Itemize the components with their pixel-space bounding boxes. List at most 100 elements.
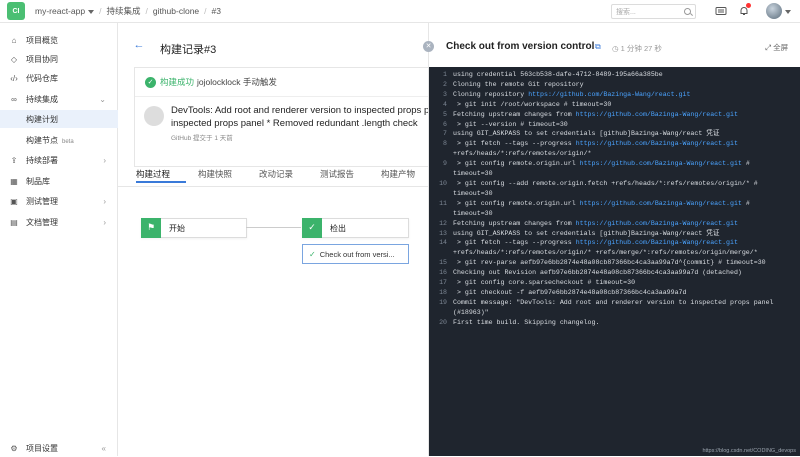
stage-checkout[interactable]: ✓ 检出 bbox=[302, 217, 409, 238]
chevron-down-icon: ⌄ bbox=[99, 94, 106, 104]
log-url-link[interactable]: https://github.com/Bazinga-Wang/react.gi… bbox=[580, 160, 742, 167]
log-line-text: > git --version # timeout=30 bbox=[453, 120, 568, 128]
divider bbox=[135, 96, 435, 97]
log-line: 6 > git --version # timeout=30 bbox=[429, 120, 800, 130]
doc-icon: ▤ bbox=[10, 217, 18, 227]
sidebar-item-build-nodes[interactable]: 构建节点 beta bbox=[0, 131, 118, 149]
log-line: 1 using credential 563cb538-dafe-4712-848… bbox=[429, 70, 800, 80]
log-line: 14 > git fetch --tags --progress https:/… bbox=[429, 238, 800, 258]
sidebar-item-overview[interactable]: ⌂ 项目概览 bbox=[0, 31, 118, 49]
log-line: 10 > git config --add remote.origin.fetc… bbox=[429, 179, 800, 199]
tab-artifacts[interactable]: 构建产物 bbox=[381, 168, 415, 180]
log-line: 9 > git config remote.origin.url https:/… bbox=[429, 159, 800, 179]
tab-test-report[interactable]: 测试报告 bbox=[320, 168, 354, 180]
test-icon: ▣ bbox=[10, 196, 18, 206]
sidebar-item-settings[interactable]: ⚙ 项目设置 « bbox=[0, 439, 118, 457]
watermark: https://blog.csdn.net/CODING_devops bbox=[702, 448, 796, 454]
log-line: 15 > git rev-parse aefb97e6bb2874e48a08c… bbox=[429, 258, 800, 268]
breadcrumb-build: #3 bbox=[211, 6, 221, 16]
commit-meta: GitHub 提交于 1 天前 bbox=[171, 135, 233, 142]
log-line-text: Fetching upstream changes from https://g… bbox=[453, 219, 738, 227]
log-line-text: > git init /root/workspace # timeout=30 bbox=[453, 100, 612, 108]
log-line-text: using GIT_ASKPASS to set credentials [gi… bbox=[453, 130, 720, 138]
log-url-link[interactable]: https://github.com/Bazinga-Wang/react.gi… bbox=[576, 220, 738, 227]
log-url-link[interactable]: https://github.com/Bazinga-Wang/react.gi… bbox=[580, 200, 742, 207]
gear-icon: ⚙ bbox=[10, 443, 18, 453]
log-line: 18 > git checkout -f aefb97e6bb2874e48a0… bbox=[429, 288, 800, 298]
sidebar-item-testing[interactable]: ▣ 测试管理 › bbox=[0, 192, 118, 210]
log-line: 11 > git config remote.origin.url https:… bbox=[429, 199, 800, 219]
tab-build-snapshot[interactable]: 构建快照 bbox=[198, 168, 232, 180]
log-line-number: 19 bbox=[439, 298, 447, 306]
breadcrumb: my-react-app / 持续集成 / github-clone / #3 bbox=[35, 5, 221, 17]
close-icon[interactable]: ✕ bbox=[423, 41, 434, 52]
log-line: 12 Fetching upstream changes from https:/… bbox=[429, 219, 800, 229]
log-output[interactable]: 1 using credential 563cb538-dafe-4712-848… bbox=[429, 67, 800, 456]
log-line-number: 12 bbox=[439, 219, 447, 227]
sidebar-item-docs[interactable]: ▤ 文档管理 › bbox=[0, 213, 118, 231]
log-line: 3 Cloning repository https://github.com/B… bbox=[429, 90, 800, 100]
log-line: 19 Commit message: "DevTools: Add root an… bbox=[429, 298, 800, 318]
app-logo[interactable]: CI bbox=[7, 2, 25, 20]
tab-changes[interactable]: 改动记录 bbox=[259, 168, 293, 180]
log-line-text: > git rev-parse aefb97e6bb2874e48a08cb87… bbox=[453, 259, 766, 267]
breadcrumb-job[interactable]: github-clone bbox=[153, 6, 199, 16]
infinity-icon: ∞ bbox=[11, 94, 17, 104]
build-tabs: 构建过程 构建快照 改动记录 测试报告 构建产物 bbox=[118, 165, 428, 187]
log-line: 20 First time build. Skipping changelog. bbox=[429, 318, 800, 328]
log-line-number: 8 bbox=[443, 140, 447, 148]
search-input[interactable]: 搜索... bbox=[611, 4, 696, 19]
trigger-text: jojolocklock 手动触发 bbox=[197, 77, 277, 87]
sidebar-item-collab[interactable]: ◇ 项目协同 bbox=[0, 50, 118, 68]
log-line: 5 Fetching upstream changes from https://… bbox=[429, 110, 800, 120]
sidebar-item-repo[interactable]: ‹/› 代码仓库 bbox=[0, 69, 118, 87]
log-line-number: 6 bbox=[443, 120, 447, 128]
log-line-text: > git config remote.origin.url https://g… bbox=[453, 160, 754, 178]
fullscreen-button[interactable]: ⤢ 全屏 bbox=[765, 42, 788, 53]
log-line: 8 > git fetch --tags --progress https://… bbox=[429, 139, 800, 159]
log-line: 2 Cloning the remote Git repository bbox=[429, 80, 800, 90]
log-line-number: 3 bbox=[443, 90, 447, 98]
avatar[interactable] bbox=[766, 3, 782, 19]
sidebar-item-artifacts[interactable]: ▦ 制品库 bbox=[0, 172, 118, 190]
step-checkout[interactable]: ✓ Check out from versi... bbox=[302, 244, 409, 264]
log-line-number: 1 bbox=[443, 71, 447, 78]
chevron-right-icon: › bbox=[103, 155, 106, 165]
tab-build-process[interactable]: 构建过程 bbox=[136, 168, 170, 180]
log-url-link[interactable]: https://github.com/Bazinga-Wang/react.gi… bbox=[528, 91, 690, 98]
collapse-sidebar-icon[interactable]: « bbox=[102, 444, 106, 453]
project-selector[interactable]: my-react-app bbox=[35, 6, 95, 16]
sidebar-item-build-plan[interactable]: 构建计划 bbox=[0, 110, 118, 128]
log-line-text: Cloning repository https://github.com/Ba… bbox=[453, 90, 691, 98]
search-icon bbox=[684, 8, 691, 15]
log-line-text: > git config core.sparsecheckout # timeo… bbox=[453, 279, 636, 287]
sidebar-item-ci[interactable]: ∞ 持续集成 ⌄ bbox=[0, 90, 118, 108]
page-title: 构建记录#3 bbox=[160, 44, 217, 56]
breadcrumb-ci[interactable]: 持续集成 bbox=[106, 5, 140, 17]
log-line-number: 15 bbox=[439, 259, 447, 267]
back-button[interactable]: ← bbox=[132, 39, 146, 53]
success-icon: ✓ bbox=[145, 76, 156, 88]
log-line: 17 > git config core.sparsecheckout # ti… bbox=[429, 278, 800, 288]
log-url-link[interactable]: https://github.com/Bazinga-Wang/react.gi… bbox=[576, 111, 738, 118]
log-line-number: 5 bbox=[443, 110, 447, 118]
drawer-title: Check out from version control bbox=[446, 41, 595, 52]
status-text: 构建成功 bbox=[160, 77, 195, 87]
log-url-link[interactable]: https://github.com/Bazinga-Wang/react.gi… bbox=[576, 239, 738, 246]
notification-badge bbox=[746, 3, 751, 8]
log-line-number: 4 bbox=[443, 100, 447, 108]
log-line-number: 13 bbox=[439, 229, 447, 237]
log-line-text: > git config remote.origin.url https://g… bbox=[453, 199, 754, 217]
log-line-number: 18 bbox=[439, 288, 447, 296]
log-line: 16 Checking out Revision aefb97e6bb2874e4… bbox=[429, 268, 800, 278]
chevron-down-icon[interactable] bbox=[785, 10, 791, 14]
sidebar-item-cd[interactable]: ⇪ 持续部署 › bbox=[0, 151, 118, 169]
log-line: 7 using GIT_ASKPASS to set credentials [g… bbox=[429, 129, 800, 139]
log-line-text: Checking out Revision aefb97e6bb2874e48a… bbox=[453, 269, 742, 277]
external-link-icon[interactable]: ⧉ bbox=[595, 42, 601, 52]
stage-start[interactable]: ⚑ 开始 bbox=[141, 217, 247, 238]
commit-message[interactable]: DevTools: Add root and renderer version … bbox=[171, 104, 433, 130]
log-url-link[interactable]: https://github.com/Bazinga-Wang/react.gi… bbox=[576, 140, 738, 147]
keyboard-icon[interactable] bbox=[715, 5, 727, 17]
sidebar: ⌂ 项目概览 ◇ 项目协同 ‹/› 代码仓库 ∞ 持续集成 ⌄ 构建计划 构建节点 beta… bbox=[0, 23, 118, 456]
